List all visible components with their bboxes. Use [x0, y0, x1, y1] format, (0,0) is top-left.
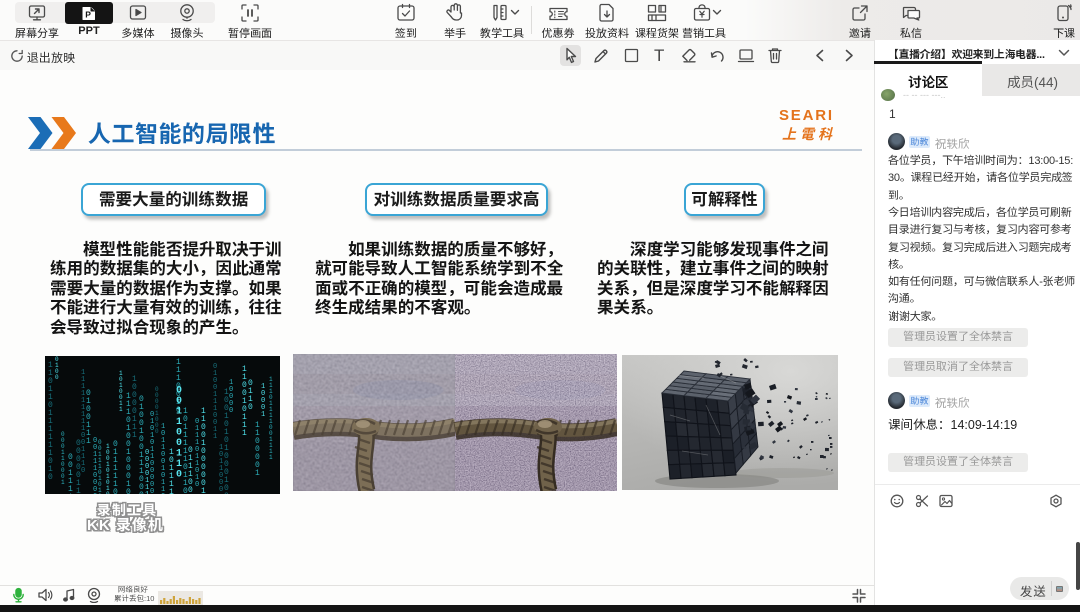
svg-text:0101011000001110001: 0101011000001110001	[150, 411, 154, 494]
svg-text:110010111: 110010111	[242, 365, 247, 438]
svg-text:01001110011: 01001110011	[213, 363, 217, 441]
svg-text:11101111001111: 11101111001111	[269, 376, 273, 461]
svg-text:1100100000110110000: 1100100000110110000	[201, 407, 206, 494]
svg-text:001110101000: 001110101000	[98, 439, 102, 494]
svg-text:000110001: 000110001	[61, 431, 65, 486]
svg-text:001111100000100: 001111100000100	[68, 453, 73, 494]
svg-text:011100111: 011100111	[188, 446, 193, 494]
svg-text:10000: 10000	[229, 379, 233, 415]
svg-text:1010011: 1010011	[119, 370, 123, 413]
svg-text:1011000: 1011000	[219, 444, 223, 494]
svg-text:00001000: 00001000	[155, 386, 159, 435]
svg-text:P: P	[85, 10, 91, 20]
svg-text:0100100111000010: 0100100111000010	[139, 395, 144, 494]
svg-text:10111101100110: 10111101100110	[169, 448, 174, 494]
svg-text:1011001011001100110: 1011001011001100110	[161, 423, 165, 494]
svg-text:1001010100110110: 1001010100110110	[106, 443, 110, 494]
svg-text:10000111: 10000111	[132, 375, 137, 440]
svg-text:011111011: 011111011	[113, 440, 118, 494]
svg-text:001110000010011101: 001110000010011101	[93, 437, 97, 494]
svg-text:0000111101100: 0000111101100	[145, 449, 149, 494]
svg-text:0111011010: 0111011010	[195, 418, 199, 489]
svg-text:1100001: 1100001	[255, 421, 260, 478]
svg-text:111111111001110: 111111111001110	[81, 369, 85, 475]
svg-text:100100: 100100	[55, 356, 59, 381]
svg-text:110110111111010: 110110111111010	[48, 361, 53, 482]
svg-text:0110: 0110	[248, 379, 253, 412]
svg-text:10001: 10001	[261, 383, 265, 419]
svg-text:111010010001011101: 111010010001011101	[126, 392, 131, 494]
svg-text:0100111: 0100111	[86, 389, 91, 446]
svg-text:001100110: 001100110	[176, 386, 182, 481]
